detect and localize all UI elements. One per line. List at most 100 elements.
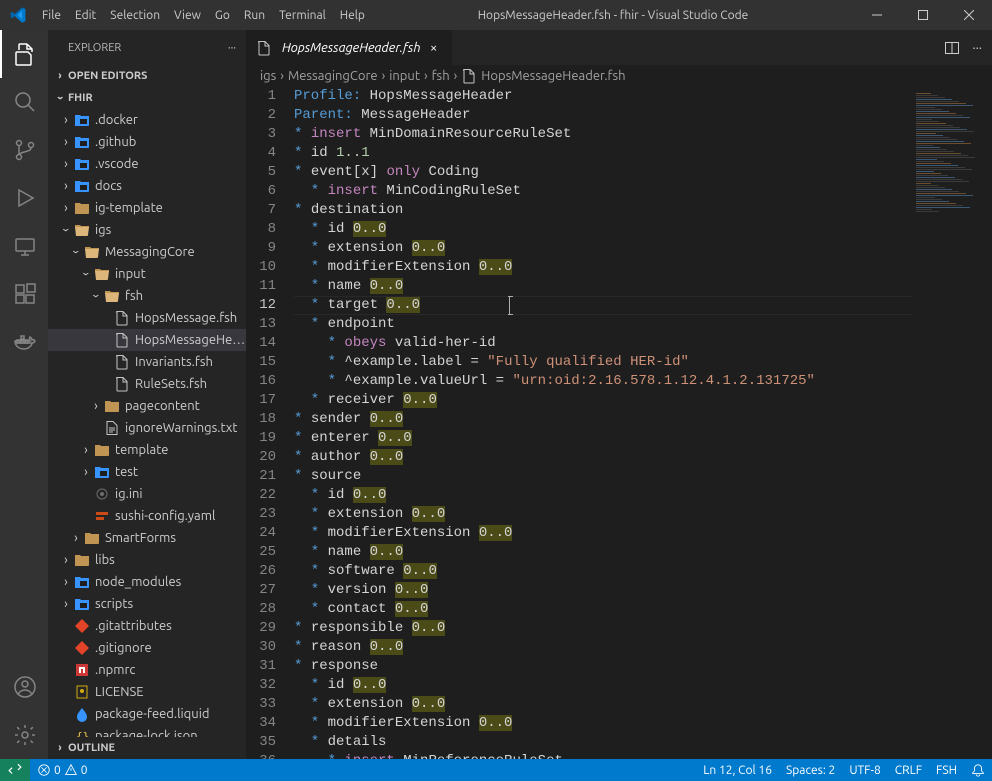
line-number: 36 <box>246 752 276 759</box>
tree-item[interactable]: Invariants.fsh <box>48 351 246 373</box>
activity-remote[interactable] <box>0 222 48 270</box>
breadcrumb-item[interactable]: igs <box>260 69 276 83</box>
tree-item[interactable]: ›scripts <box>48 593 246 615</box>
chevron-down-icon: › <box>68 244 84 260</box>
activity-settings[interactable] <box>0 711 48 759</box>
status-eol[interactable]: CRLF <box>888 759 929 781</box>
tree-item[interactable]: ›ig-template <box>48 197 246 219</box>
activity-extensions[interactable] <box>0 270 48 318</box>
tree-item[interactable]: › MessagingCore <box>48 241 246 263</box>
menu-view[interactable]: View <box>167 0 208 30</box>
status-warnings: 0 <box>81 764 88 777</box>
tree-item[interactable]: ›pagecontent <box>48 395 246 417</box>
line-number: 24 <box>246 524 276 543</box>
folder-icon <box>104 398 120 414</box>
tree-item[interactable]: sushi-config.yaml <box>48 505 246 527</box>
section-open-editors[interactable]: › OPEN EDITORS <box>48 65 246 87</box>
menu-file[interactable]: File <box>35 0 68 30</box>
tree-label: .github <box>95 135 136 149</box>
tree-label: fsh <box>125 289 143 303</box>
activity-run-debug[interactable] <box>0 174 48 222</box>
window-close-button[interactable] <box>946 0 992 30</box>
tree-item[interactable]: HopsMessage.fsh <box>48 307 246 329</box>
current-line-highlight <box>294 296 992 315</box>
status-ln-col[interactable]: Ln 12, Col 16 <box>696 759 779 781</box>
spacer <box>58 618 74 634</box>
tree-item[interactable]: ›.docker <box>48 109 246 131</box>
activity-accounts[interactable] <box>0 663 48 711</box>
line-number: 12 <box>246 296 276 315</box>
code-area[interactable]: Profile: HopsMessageHeader Parent: Messa… <box>294 87 992 759</box>
status-spaces[interactable]: Spaces: 2 <box>779 759 842 781</box>
breadcrumb-item[interactable]: HopsMessageHeader.fsh <box>461 68 625 84</box>
editor-content[interactable]: 1234567891011121314151617181920212223242… <box>246 87 992 759</box>
status-language[interactable]: FSH <box>929 759 964 781</box>
activity-search[interactable] <box>0 78 48 126</box>
menu-go[interactable]: Go <box>208 0 237 30</box>
menu-help[interactable]: Help <box>333 0 372 30</box>
line-number: 11 <box>246 277 276 296</box>
window-minimize-button[interactable] <box>854 0 900 30</box>
menu-run[interactable]: Run <box>237 0 272 30</box>
tree-item[interactable]: ›SmartForms <box>48 527 246 549</box>
split-editor-icon[interactable] <box>944 40 960 56</box>
line-number: 22 <box>246 486 276 505</box>
editor-more-icon[interactable]: ··· <box>972 41 982 55</box>
tree-item[interactable]: ›node_modules <box>48 571 246 593</box>
tree-item[interactable]: ›test <box>48 461 246 483</box>
tree-item[interactable]: .gitignore <box>48 637 246 659</box>
section-outline[interactable]: › OUTLINE <box>48 737 246 759</box>
status-problems[interactable]: 0 0 <box>30 759 95 781</box>
sidebar-more-icon[interactable]: ··· <box>228 42 236 54</box>
file-cert-icon <box>74 684 90 700</box>
open-editors-label: OPEN EDITORS <box>68 70 147 82</box>
folder-special-icon <box>74 574 90 590</box>
chevron-right-icon: › <box>58 200 74 216</box>
spacer <box>78 486 94 502</box>
status-encoding[interactable]: UTF-8 <box>842 759 887 781</box>
tabs-bar: HopsMessageHeader.fsh × ··· <box>246 30 992 65</box>
spacer <box>98 310 114 326</box>
tree-item[interactable]: ›fsh <box>48 285 246 307</box>
breadcrumbs[interactable]: igs›MessagingCore›input›fsh›HopsMessageH… <box>246 65 992 87</box>
menu-selection[interactable]: Selection <box>103 0 167 30</box>
menu-terminal[interactable]: Terminal <box>272 0 333 30</box>
tree-item[interactable]: .npmrc <box>48 659 246 681</box>
activity-explorer[interactable] <box>0 30 48 78</box>
tree-label: scripts <box>95 597 133 611</box>
tree-item[interactable]: ig.ini <box>48 483 246 505</box>
tree-label: MessagingCore <box>105 245 195 259</box>
status-remote-button[interactable] <box>0 759 30 781</box>
minimap[interactable] <box>912 87 992 759</box>
breadcrumb-item[interactable]: MessagingCore <box>288 69 378 83</box>
menu-edit[interactable]: Edit <box>68 0 103 30</box>
tree-item[interactable]: LICENSE <box>48 681 246 703</box>
tree-item[interactable]: ›.github <box>48 131 246 153</box>
window-maximize-button[interactable] <box>900 0 946 30</box>
tree-item[interactable]: package-feed.liquid <box>48 703 246 725</box>
tree-label: test <box>115 465 138 479</box>
tree-item[interactable]: RuleSets.fsh <box>48 373 246 395</box>
tree-item[interactable]: ›libs <box>48 549 246 571</box>
activity-source-control[interactable] <box>0 126 48 174</box>
tree-item[interactable]: HopsMessageHea... <box>48 329 246 351</box>
line-number: 25 <box>246 543 276 562</box>
tree-label: RuleSets.fsh <box>135 377 207 391</box>
tree-item[interactable]: ›docs <box>48 175 246 197</box>
status-notifications-icon[interactable] <box>964 759 992 781</box>
section-workspace-folder[interactable]: › FHIR <box>48 87 246 109</box>
tree-item[interactable]: ›template <box>48 439 246 461</box>
tree-item[interactable]: .gitattributes <box>48 615 246 637</box>
breadcrumb-item[interactable]: fsh <box>432 69 450 83</box>
tree-item[interactable]: ignoreWarnings.txt <box>48 417 246 439</box>
tree-item[interactable]: ›.vscode <box>48 153 246 175</box>
spacer <box>58 706 74 722</box>
tree-item[interactable]: {}package-lock.json <box>48 725 246 737</box>
breadcrumb-item[interactable]: input <box>389 69 420 83</box>
tree-item[interactable]: ›input <box>48 263 246 285</box>
tree-item[interactable]: ›igs <box>48 219 246 241</box>
tab-close-icon[interactable]: × <box>426 40 442 56</box>
activity-docker[interactable] <box>0 318 48 366</box>
tab-hopsmessageheader[interactable]: HopsMessageHeader.fsh × <box>246 30 452 65</box>
spacer <box>98 354 114 370</box>
